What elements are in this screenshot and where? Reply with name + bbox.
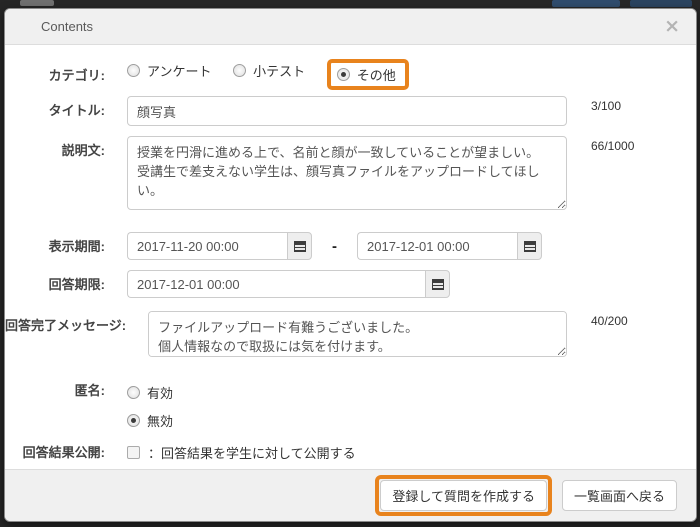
calendar-picker-button[interactable] bbox=[517, 232, 542, 260]
radio-icon[interactable] bbox=[233, 64, 246, 77]
category-options: アンケート 小テスト その他 bbox=[127, 59, 567, 90]
description-char-counter: 66/1000 bbox=[591, 139, 634, 153]
modal-title: Contents bbox=[41, 19, 93, 34]
calendar-icon bbox=[524, 241, 536, 252]
background-button-artifact bbox=[552, 0, 620, 7]
checkbox-icon[interactable] bbox=[127, 446, 140, 459]
modal-footer: 登録して質問を作成する 一覧画面へ戻る bbox=[5, 469, 696, 521]
close-icon[interactable]: × bbox=[664, 17, 680, 36]
radio-selected-icon[interactable] bbox=[127, 414, 140, 427]
contents-modal: Contents × カテゴリ: アンケート 小テスト その他 bbox=[4, 8, 697, 522]
answer-deadline-row: 回答期限: bbox=[5, 270, 696, 298]
calendar-icon bbox=[432, 279, 444, 290]
anonymous-label: 匿名: bbox=[5, 381, 105, 399]
calendar-icon bbox=[294, 241, 306, 252]
radio-option-other[interactable]: その他 bbox=[337, 65, 396, 84]
background-artifact bbox=[20, 0, 54, 6]
modal-body: カテゴリ: アンケート 小テスト その他 bbox=[5, 45, 696, 469]
deadline-input[interactable] bbox=[127, 270, 425, 298]
completion-char-counter: 40/200 bbox=[591, 314, 628, 328]
radio-option-enabled[interactable]: 有効 bbox=[127, 383, 549, 402]
publish-results-row: 回答結果公開: ：回答結果を学生に対して公開する bbox=[5, 443, 696, 462]
anonymous-row: 匿名: 有効 無効 bbox=[5, 381, 696, 430]
radio-icon[interactable] bbox=[127, 64, 140, 77]
publish-results-checkbox-option[interactable]: ：回答結果を学生に対して公開する bbox=[127, 443, 356, 462]
title-char-counter: 3/100 bbox=[591, 99, 621, 113]
radio-icon[interactable] bbox=[127, 386, 140, 399]
answer-deadline-label: 回答期限: bbox=[5, 270, 105, 293]
category-row: カテゴリ: アンケート 小テスト その他 bbox=[5, 59, 696, 90]
orange-annotation-box: 登録して質問を作成する bbox=[375, 475, 552, 516]
title-label: タイトル: bbox=[5, 96, 105, 119]
radio-option-label: アンケート bbox=[147, 61, 211, 80]
background-button-artifact bbox=[630, 0, 692, 7]
publish-results-label: 回答結果公開: bbox=[5, 443, 105, 461]
radio-selected-icon[interactable] bbox=[337, 68, 350, 81]
completion-message-row: 回答完了メッセージ: ファイルアップロード有難うございました。 個人情報なので取… bbox=[5, 311, 696, 360]
radio-option-disabled[interactable]: 無効 bbox=[127, 411, 549, 430]
radio-option-label: 無効 bbox=[147, 411, 173, 430]
description-textarea[interactable]: 授業を円滑に進める上で、名前と顔が一致していることが望ましい。 受講生で差支えな… bbox=[127, 136, 567, 210]
description-label: 説明文: bbox=[5, 136, 105, 159]
title-input[interactable] bbox=[127, 96, 567, 126]
period-start-input[interactable] bbox=[127, 232, 287, 260]
display-period-label: 表示期間: bbox=[5, 232, 105, 255]
completion-message-textarea[interactable]: ファイルアップロード有難うございました。 個人情報なので取扱には気を付けます。 bbox=[148, 311, 567, 357]
period-separator: - bbox=[332, 238, 337, 255]
completion-message-label: 回答完了メッセージ: bbox=[5, 311, 126, 334]
title-row: タイトル: 3/100 bbox=[5, 96, 696, 126]
description-row: 説明文: 授業を円滑に進める上で、名前と顔が一致していることが望ましい。 受講生… bbox=[5, 136, 696, 213]
radio-option-label: 小テスト bbox=[253, 61, 305, 80]
display-period-row: 表示期間: - bbox=[5, 232, 696, 260]
calendar-picker-button[interactable] bbox=[425, 270, 450, 298]
radio-option-label: 有効 bbox=[147, 383, 173, 402]
radio-option-label: その他 bbox=[357, 65, 396, 84]
orange-annotation-box: その他 bbox=[327, 59, 409, 90]
period-end-input[interactable] bbox=[357, 232, 517, 260]
publish-results-checkbox-label: ：回答結果を学生に対して公開する bbox=[148, 443, 356, 462]
register-and-create-question-button[interactable]: 登録して質問を作成する bbox=[380, 480, 547, 511]
calendar-picker-button[interactable] bbox=[287, 232, 312, 260]
back-to-list-button[interactable]: 一覧画面へ戻る bbox=[562, 480, 677, 511]
category-label: カテゴリ: bbox=[5, 66, 105, 84]
modal-header: Contents × bbox=[5, 9, 696, 45]
radio-option-survey[interactable]: アンケート bbox=[127, 61, 211, 80]
radio-option-quiz[interactable]: 小テスト bbox=[233, 61, 305, 80]
